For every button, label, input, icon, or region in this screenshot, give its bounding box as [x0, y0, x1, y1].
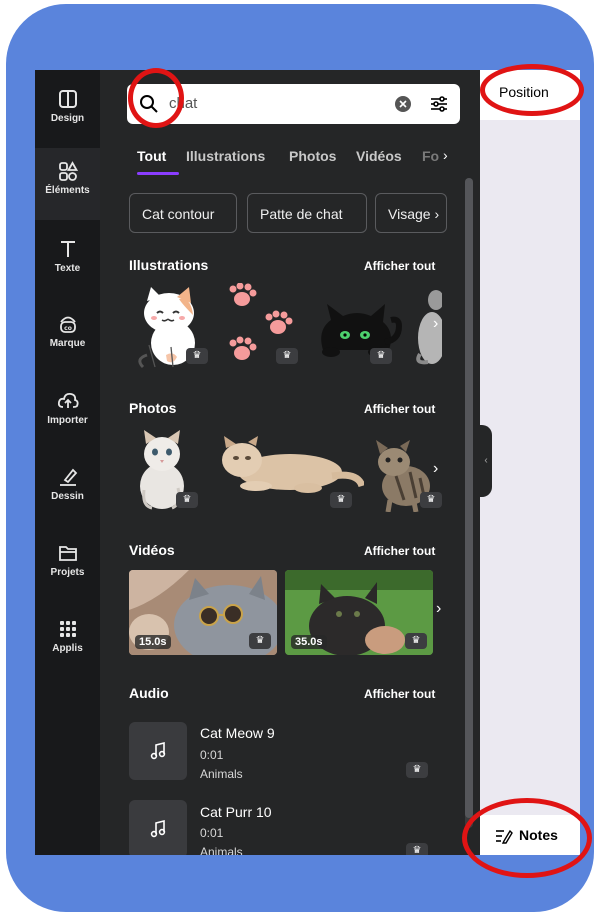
panel-scrollbar[interactable] — [465, 178, 473, 828]
scrollbar-thumb[interactable] — [465, 178, 473, 818]
text-icon — [60, 241, 75, 257]
folder-icon — [58, 546, 77, 561]
premium-crown-icon: ♛ — [406, 843, 428, 855]
side-rail: Design Éléments Texte co Marque Importer… — [35, 70, 100, 855]
rail-item-brand[interactable]: co Marque — [35, 305, 100, 375]
rail-item-upload[interactable]: Importer — [35, 382, 100, 452]
rail-label: Projets — [50, 567, 85, 578]
audio-duration: 0:01 — [200, 826, 224, 840]
rail-item-projects[interactable]: Projets — [35, 534, 100, 604]
chevron-right-icon[interactable]: › — [436, 600, 441, 618]
video-thumb-black-cat[interactable]: 35.0s ♛ — [285, 570, 433, 655]
audio-title[interactable]: Cat Meow 9 — [200, 725, 275, 741]
annotation-circle-notes — [462, 798, 592, 878]
tab-illustrations[interactable]: Illustrations — [186, 148, 265, 164]
tab-videos[interactable]: Vidéos — [356, 148, 402, 164]
svg-text:co: co — [64, 325, 72, 332]
annotation-circle-search — [128, 68, 184, 128]
rail-label: Texte — [54, 263, 81, 274]
layout-icon — [58, 90, 77, 108]
premium-crown-icon: ♛ — [420, 492, 442, 508]
chip-face[interactable]: Visage › — [375, 193, 447, 233]
shapes-icon — [58, 161, 78, 181]
audio-duration: 0:01 — [200, 748, 224, 762]
audio-title[interactable]: Cat Purr 10 — [200, 804, 272, 820]
annotation-circle-position — [480, 64, 584, 116]
tab-more[interactable]: Fo — [422, 148, 439, 164]
see-all-audio[interactable]: Afficher tout — [364, 687, 435, 701]
collapse-panel-handle[interactable]: ‹ — [480, 425, 492, 497]
premium-crown-icon: ♛ — [330, 492, 352, 508]
section-title-illustrations: Illustrations — [129, 257, 209, 273]
video-duration: 15.0s — [135, 635, 171, 649]
audio-category: Animals — [200, 767, 243, 781]
see-all-photos[interactable]: Afficher tout — [364, 402, 435, 416]
audio-category: Animals — [200, 845, 243, 855]
chip-cat-paw[interactable]: Patte de chat — [247, 193, 367, 233]
clear-icon[interactable] — [395, 96, 411, 112]
rail-label: Design — [50, 113, 85, 124]
video-duration: 35.0s — [291, 635, 327, 649]
tab-photos[interactable]: Photos — [289, 148, 336, 164]
rail-item-text[interactable]: Texte — [35, 230, 100, 300]
draw-icon — [59, 468, 77, 486]
rail-label: Éléments — [45, 185, 90, 196]
rail-item-design[interactable]: Design — [35, 78, 100, 148]
music-note-icon — [150, 819, 166, 838]
rail-item-apps[interactable]: Applis — [35, 610, 100, 680]
design-canvas[interactable] — [480, 70, 580, 855]
premium-crown-icon: ♛ — [176, 492, 198, 508]
rail-label: Applis — [52, 643, 83, 654]
video-thumb-cat-sunglasses[interactable]: 15.0s ♛ — [129, 570, 277, 655]
chevron-right-icon: › — [430, 206, 440, 222]
elements-panel: chat Tout Illustrations Photos Vidéos Fo… — [100, 70, 480, 855]
chip-cat-outline[interactable]: Cat contour — [129, 193, 237, 233]
premium-crown-icon: ♛ — [249, 633, 271, 649]
premium-crown-icon: ♛ — [370, 348, 392, 364]
see-all-videos[interactable]: Afficher tout — [364, 544, 435, 558]
premium-crown-icon: ♛ — [406, 762, 428, 778]
chevron-right-icon[interactable]: › — [443, 147, 448, 163]
premium-crown-icon: ♛ — [186, 348, 208, 364]
audio-thumb[interactable] — [129, 722, 187, 780]
chip-label: Visage — [388, 206, 431, 222]
rail-item-draw[interactable]: Dessin — [35, 458, 100, 528]
premium-crown-icon: ♛ — [276, 348, 298, 364]
section-title-videos: Vidéos — [129, 542, 175, 558]
apps-grid-icon — [59, 621, 76, 637]
rail-label: Importer — [47, 415, 88, 426]
section-title-photos: Photos — [129, 400, 177, 416]
cream-cat-photo[interactable] — [212, 436, 364, 494]
chevron-right-icon[interactable]: › — [433, 315, 438, 333]
section-title-audio: Audio — [129, 685, 169, 701]
rail-label: Marque — [49, 338, 86, 349]
music-note-icon — [150, 741, 166, 760]
active-tab-indicator — [137, 172, 179, 175]
chevron-right-icon[interactable]: › — [433, 460, 438, 478]
audio-thumb[interactable] — [129, 800, 187, 855]
rail-label: Dessin — [51, 491, 84, 502]
rail-item-elements[interactable]: Éléments — [35, 148, 100, 220]
brand-icon: co — [59, 316, 76, 333]
see-all-illustrations[interactable]: Afficher tout — [364, 259, 435, 273]
upload-cloud-icon — [57, 392, 79, 408]
tab-all[interactable]: Tout — [137, 148, 166, 164]
premium-crown-icon: ♛ — [405, 633, 427, 649]
filter-icon[interactable] — [429, 94, 449, 114]
editor-window: Design Éléments Texte co Marque Importer… — [35, 70, 580, 855]
